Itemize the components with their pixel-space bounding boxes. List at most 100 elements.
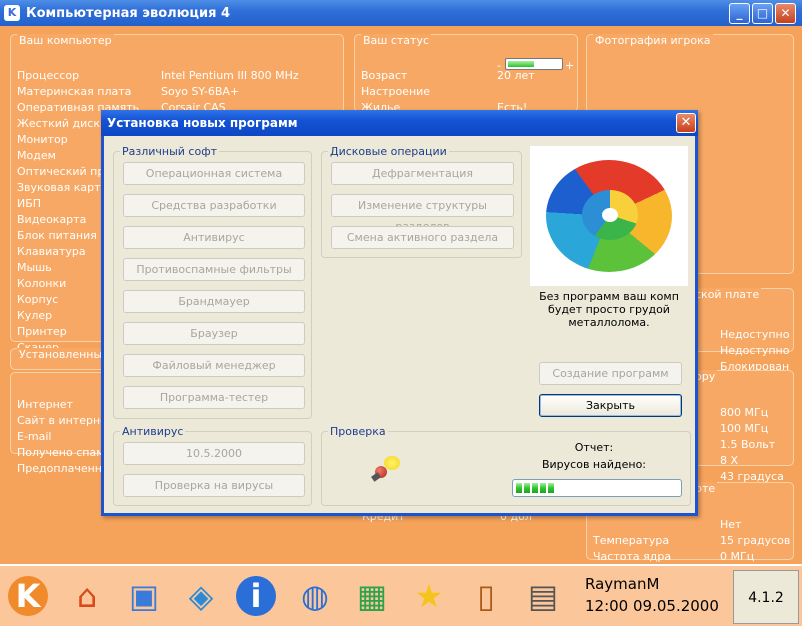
disk-group-title: Дисковые операции: [328, 145, 449, 158]
scan-brush-icon: [371, 456, 402, 482]
software-button[interactable]: Браузер: [123, 322, 305, 345]
progress-segment: [548, 483, 554, 493]
software-group: Различный софт: [113, 145, 312, 419]
logo-k-icon[interactable]: K: [8, 576, 48, 616]
software-install-icon[interactable]: ◈: [179, 574, 223, 618]
create-programs-button[interactable]: Создание программ: [539, 362, 682, 385]
cubes-icon[interactable]: ▦: [350, 574, 394, 618]
computer-row-label: Модем: [17, 149, 56, 162]
computer-row-label: Блок питания: [17, 229, 97, 242]
mood-bar: [505, 58, 563, 70]
progress-segment: [516, 483, 522, 493]
close-dialog-button[interactable]: Закрыть: [539, 394, 682, 417]
internet-icon[interactable]: ◍: [293, 574, 337, 618]
motherboard-row-value: Недоступно: [720, 328, 790, 341]
computer-row-value: Soyo SY-6BA+: [161, 85, 240, 98]
status-row-label: Возраст: [361, 69, 408, 82]
computer-row-label: Мышь: [17, 261, 52, 274]
newspaper-icon[interactable]: ▤: [521, 574, 565, 618]
processor-row-value: 800 МГц: [720, 406, 769, 419]
maximize-button[interactable]: □: [752, 2, 773, 24]
disk-operation-button[interactable]: Смена активного раздела: [331, 226, 514, 249]
computer-row-label: Звуковая карта: [17, 181, 108, 194]
dialog-title-bar: Установка новых программ ✕: [101, 110, 698, 136]
antivirus-version-button[interactable]: 10.5.2000: [123, 442, 305, 465]
videocard-row-value: 15 градусов: [720, 534, 791, 547]
software-button[interactable]: Средства разработки: [123, 194, 305, 217]
scan-progress-bar: [512, 479, 682, 497]
software-button[interactable]: Файловый менеджер: [123, 354, 305, 377]
installed-row: Интернет: [17, 398, 73, 411]
computer-icon[interactable]: ▣: [122, 574, 166, 618]
computer-row-label: Монитор: [17, 133, 68, 146]
computer-panel-title: Ваш компьютер: [17, 34, 114, 47]
taskbar: K ⌂ ▣ ◈ i ◍ ▦ ★ ▯ ▤ RaymanM 12:00 09.05.2000 4.1.…: [0, 564, 802, 626]
installed-panel-title: Установленные: [17, 348, 111, 361]
window-title: Компьютерная эволюция 4: [26, 5, 230, 21]
computer-row-label: Принтер: [17, 325, 67, 338]
installed-row: E-mail: [17, 430, 52, 443]
processor-row-value: 8 X: [720, 454, 739, 467]
progress-segment: [540, 483, 546, 493]
status-row-label: Настроение: [361, 85, 431, 98]
mood-plus: +: [565, 59, 575, 72]
computer-row-label: ИБП: [17, 197, 42, 210]
installed-row: Получено спам: [17, 446, 105, 459]
user-info: RaymanM 12:00 09.05.2000: [585, 575, 719, 615]
computer-row-label: Процессор: [17, 69, 80, 82]
window-close-button[interactable]: ✕: [775, 2, 796, 24]
computer-row-label: Колонки: [17, 277, 67, 290]
computer-row-label: Материнская плата: [17, 85, 132, 98]
computer-row-label: Кулер: [17, 309, 53, 322]
software-button[interactable]: Брандмауер: [123, 290, 305, 313]
window-title-bar: K Компьютерная эволюция 4 _ □ ✕: [0, 0, 802, 26]
swirl-logo-image: [530, 146, 688, 286]
motherboard-row-value: Недоступно: [720, 344, 790, 357]
app-logo-icon: K: [4, 5, 20, 21]
disk-operation-button[interactable]: Изменение структуры разделов: [331, 194, 514, 233]
software-button[interactable]: Программа-тестер: [123, 386, 305, 409]
home-icon[interactable]: ⌂: [65, 574, 109, 618]
status-panel-title: Ваш статус: [361, 34, 432, 47]
check-group-title: Проверка: [328, 425, 388, 438]
videocard-row-label: Частота ядра: [593, 550, 672, 563]
dialog-close-button[interactable]: ✕: [676, 113, 696, 133]
installed-row: Предоплаченны: [17, 462, 111, 475]
computer-row-label: Клавиатура: [17, 245, 86, 258]
progress-segment: [532, 483, 538, 493]
computer-row-label: Жесткий диск: [17, 117, 100, 130]
info-icon[interactable]: i: [236, 576, 276, 616]
videocard-row-label: Температура: [593, 534, 670, 547]
motherboard-panel-title: ской плате: [693, 288, 762, 301]
computer-row-value: Intel Pentium III 800 MHz: [161, 69, 299, 82]
software-button[interactable]: Противоспамные фильтры: [123, 258, 305, 281]
videocard-row-value: Нет: [720, 518, 742, 531]
software-group-title: Различный софт: [120, 145, 220, 158]
door-icon[interactable]: ▯: [464, 574, 508, 618]
computer-row-label: Видеокарта: [17, 213, 87, 226]
status-row-value: 20 лет: [497, 69, 535, 82]
image-caption: Без программ ваш комп будет просто грудо…: [539, 290, 679, 329]
antivirus-group-title: Антивирус: [120, 425, 186, 438]
player-photo-title: Фотография игрока: [593, 34, 713, 47]
software-button[interactable]: Операционная система: [123, 162, 305, 185]
virus-scan-button[interactable]: Проверка на вирусы: [123, 474, 305, 497]
user-name: RaymanM: [585, 575, 660, 593]
star-icon[interactable]: ★: [407, 574, 451, 618]
processor-row-value: 1.5 Вольт: [720, 438, 776, 451]
viruses-found-label: Вирусов найдено:: [541, 458, 647, 471]
processor-row-value: 100 МГц: [720, 422, 769, 435]
game-datetime: 12:00 09.05.2000: [585, 597, 719, 615]
dialog-title: Установка новых программ: [107, 116, 298, 130]
computer-row-label: Корпус: [17, 293, 59, 306]
report-label: Отчет:: [574, 441, 614, 454]
minimize-button[interactable]: _: [729, 2, 750, 24]
version-label: 4.1.2: [733, 570, 799, 624]
software-button[interactable]: Антивирус: [123, 226, 305, 249]
install-programs-dialog: Установка новых программ ✕ Различный соф…: [101, 110, 698, 516]
mood-minus: -: [497, 59, 501, 72]
videocard-row-value: 0 МГц: [720, 550, 755, 563]
scan-progress-fill: [516, 483, 554, 493]
disk-operation-button[interactable]: Дефрагментация: [331, 162, 514, 185]
progress-segment: [524, 483, 530, 493]
